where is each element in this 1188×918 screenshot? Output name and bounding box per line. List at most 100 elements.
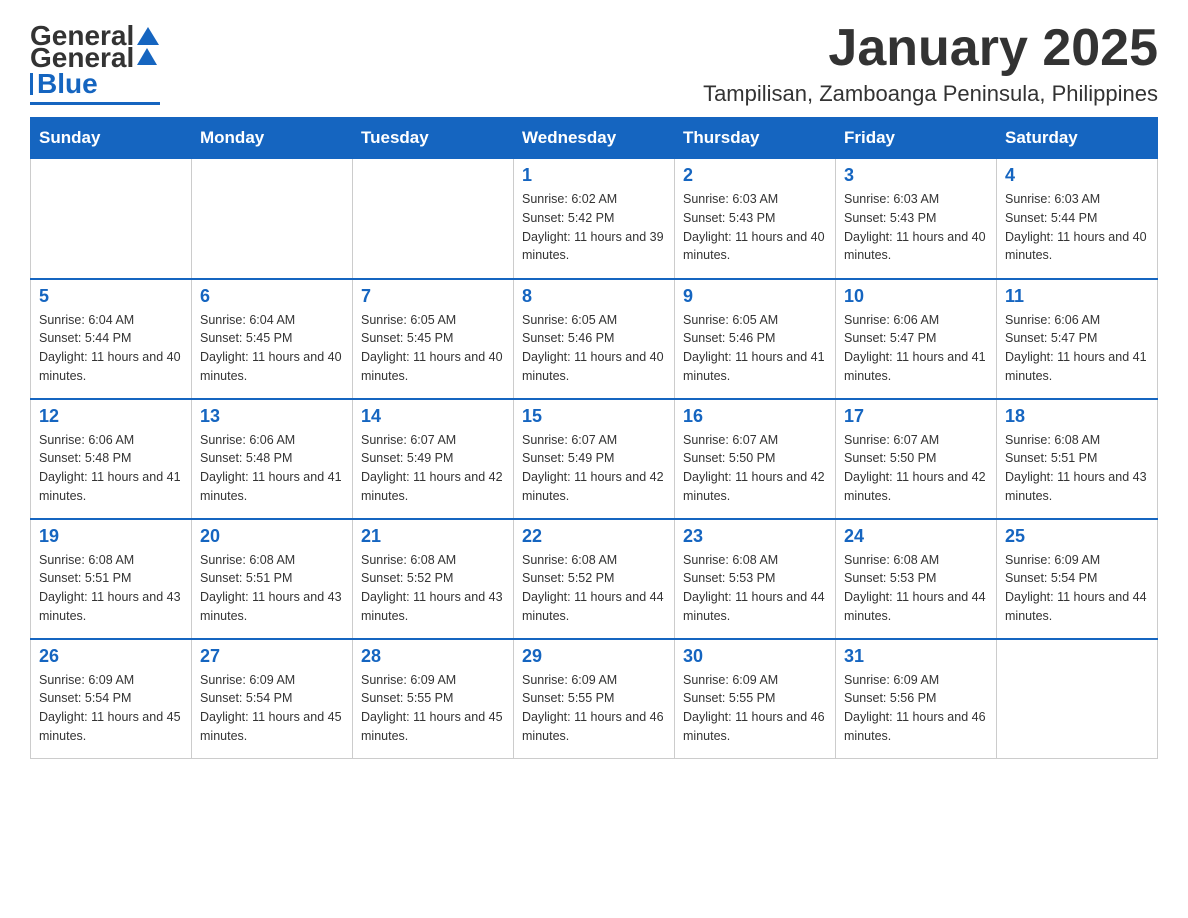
calendar-cell: 27Sunrise: 6:09 AMSunset: 5:54 PMDayligh… bbox=[192, 639, 353, 759]
sunset-text: Sunset: 5:45 PM bbox=[361, 329, 505, 348]
day-info: Sunrise: 6:06 AMSunset: 5:48 PMDaylight:… bbox=[39, 431, 183, 506]
calendar-cell: 10Sunrise: 6:06 AMSunset: 5:47 PMDayligh… bbox=[836, 279, 997, 399]
sunset-text: Sunset: 5:46 PM bbox=[522, 329, 666, 348]
sunset-text: Sunset: 5:52 PM bbox=[522, 569, 666, 588]
day-number: 29 bbox=[522, 646, 666, 667]
calendar-cell: 29 Sunrise: 6:09 AMSunset: 5:55 PMDayligh… bbox=[514, 639, 675, 759]
day-number: 19 bbox=[39, 526, 183, 547]
sunrise-text: Sunrise: 6:09 AM bbox=[200, 671, 344, 690]
sunset-text: Sunset: 5:52 PM bbox=[361, 569, 505, 588]
day-info: Sunrise: 6:07 AMSunset: 5:49 PMDaylight:… bbox=[522, 431, 666, 506]
weekday-header-monday: Monday bbox=[192, 118, 353, 159]
sunrise-text: Sunrise: 6:09 AM bbox=[361, 671, 505, 690]
sunset-text: Sunset: 5:43 PM bbox=[844, 209, 988, 228]
sunrise-text: Sunrise: 6:07 AM bbox=[522, 431, 666, 450]
title-area: January 2025 Tampilisan, Zamboanga Penin… bbox=[703, 20, 1158, 107]
calendar-cell: 4Sunrise: 6:03 AMSunset: 5:44 PMDaylight… bbox=[997, 159, 1158, 279]
day-info: Sunrise: 6:04 AMSunset: 5:45 PMDaylight:… bbox=[200, 311, 344, 386]
day-number: 22 bbox=[522, 526, 666, 547]
sunset-text: Sunset: 5:48 PM bbox=[200, 449, 344, 468]
logo-triangle-icon bbox=[137, 48, 157, 65]
calendar-cell: 5Sunrise: 6:04 AMSunset: 5:44 PMDaylight… bbox=[31, 279, 192, 399]
weekday-header-sunday: Sunday bbox=[31, 118, 192, 159]
calendar-cell: 11 Sunrise: 6:06 AMSunset: 5:47 PMDayligh… bbox=[997, 279, 1158, 399]
calendar-cell: 16Sunrise: 6:07 AMSunset: 5:50 PMDayligh… bbox=[675, 399, 836, 519]
weekday-header-saturday: Saturday bbox=[997, 118, 1158, 159]
calendar-cell: 18Sunrise: 6:08 AMSunset: 5:51 PMDayligh… bbox=[997, 399, 1158, 519]
day-info: Sunrise: 6:03 AMSunset: 5:44 PMDaylight:… bbox=[1005, 190, 1149, 265]
day-info: Sunrise: 6:06 AMSunset: 5:47 PMDaylight:… bbox=[1005, 311, 1149, 386]
sunrise-text: Sunrise: 6:08 AM bbox=[39, 551, 183, 570]
calendar-cell: 1Sunrise: 6:02 AMSunset: 5:42 PMDaylight… bbox=[514, 159, 675, 279]
daylight-text: Daylight: 11 hours and 42 minutes. bbox=[844, 468, 988, 506]
day-number: 25 bbox=[1005, 526, 1149, 547]
day-info: Sunrise: 6:08 AMSunset: 5:51 PMDaylight:… bbox=[200, 551, 344, 626]
sunrise-text: Sunrise: 6:07 AM bbox=[683, 431, 827, 450]
sunset-text: Sunset: 5:55 PM bbox=[683, 689, 827, 708]
sunset-text: Sunset: 5:53 PM bbox=[844, 569, 988, 588]
day-info: Sunrise: 6:09 AMSunset: 5:54 PMDaylight:… bbox=[200, 671, 344, 746]
day-number: 21 bbox=[361, 526, 505, 547]
sunrise-text: Sunrise: 6:08 AM bbox=[1005, 431, 1149, 450]
daylight-text: Daylight: 11 hours and 42 minutes. bbox=[361, 468, 505, 506]
sunset-text: Sunset: 5:51 PM bbox=[1005, 449, 1149, 468]
sunrise-text: Sunrise: 6:08 AM bbox=[683, 551, 827, 570]
sunset-text: Sunset: 5:44 PM bbox=[1005, 209, 1149, 228]
calendar-cell: 6Sunrise: 6:04 AMSunset: 5:45 PMDaylight… bbox=[192, 279, 353, 399]
logo-blue-label: Blue bbox=[37, 68, 98, 100]
sunrise-text: Sunrise: 6:07 AM bbox=[361, 431, 505, 450]
day-info: Sunrise: 6:08 AMSunset: 5:53 PMDaylight:… bbox=[844, 551, 988, 626]
daylight-text: Daylight: 11 hours and 43 minutes. bbox=[200, 588, 344, 626]
day-info: Sunrise: 6:07 AMSunset: 5:49 PMDaylight:… bbox=[361, 431, 505, 506]
daylight-text: Daylight: 11 hours and 40 minutes. bbox=[683, 228, 827, 266]
day-info: Sunrise: 6:08 AMSunset: 5:51 PMDaylight:… bbox=[1005, 431, 1149, 506]
daylight-text: Daylight: 11 hours and 40 minutes. bbox=[844, 228, 988, 266]
sunrise-text: Sunrise: 6:09 AM bbox=[1005, 551, 1149, 570]
sunset-text: Sunset: 5:55 PM bbox=[522, 689, 666, 708]
day-info: Sunrise: 6:05 AMSunset: 5:46 PMDaylight:… bbox=[522, 311, 666, 386]
day-number: 24 bbox=[844, 526, 988, 547]
weekday-header-tuesday: Tuesday bbox=[353, 118, 514, 159]
day-number: 15 bbox=[522, 406, 666, 427]
day-number: 11 bbox=[1005, 286, 1149, 307]
daylight-text: Daylight: 11 hours and 42 minutes. bbox=[683, 468, 827, 506]
sunset-text: Sunset: 5:54 PM bbox=[200, 689, 344, 708]
sunset-text: Sunset: 5:43 PM bbox=[683, 209, 827, 228]
sunset-text: Sunset: 5:51 PM bbox=[200, 569, 344, 588]
calendar-cell: 28Sunrise: 6:09 AMSunset: 5:55 PMDayligh… bbox=[353, 639, 514, 759]
logo-underline bbox=[30, 102, 160, 105]
daylight-text: Daylight: 11 hours and 46 minutes. bbox=[683, 708, 827, 746]
daylight-text: Daylight: 11 hours and 40 minutes. bbox=[361, 348, 505, 386]
calendar-title: January 2025 bbox=[703, 20, 1158, 77]
daylight-text: Daylight: 11 hours and 41 minutes. bbox=[844, 348, 988, 386]
day-number: 20 bbox=[200, 526, 344, 547]
daylight-text: Daylight: 11 hours and 41 minutes. bbox=[39, 468, 183, 506]
calendar-subtitle: Tampilisan, Zamboanga Peninsula, Philipp… bbox=[703, 81, 1158, 107]
sunrise-text: Sunrise: 6:03 AM bbox=[683, 190, 827, 209]
sunset-text: Sunset: 5:53 PM bbox=[683, 569, 827, 588]
day-info: Sunrise: 6:09 AMSunset: 5:55 PMDaylight:… bbox=[522, 671, 666, 746]
weekday-header-thursday: Thursday bbox=[675, 118, 836, 159]
daylight-text: Daylight: 11 hours and 41 minutes. bbox=[200, 468, 344, 506]
sunset-text: Sunset: 5:47 PM bbox=[1005, 329, 1149, 348]
day-info: Sunrise: 6:09 AMSunset: 5:55 PMDaylight:… bbox=[361, 671, 505, 746]
calendar-cell: 19 Sunrise: 6:08 AMSunset: 5:51 PMDayligh… bbox=[31, 519, 192, 639]
day-info: Sunrise: 6:05 AMSunset: 5:45 PMDaylight:… bbox=[361, 311, 505, 386]
daylight-text: Daylight: 11 hours and 46 minutes. bbox=[522, 708, 666, 746]
daylight-text: Daylight: 11 hours and 40 minutes. bbox=[39, 348, 183, 386]
sunset-text: Sunset: 5:50 PM bbox=[844, 449, 988, 468]
sunrise-text: Sunrise: 6:06 AM bbox=[39, 431, 183, 450]
calendar-cell bbox=[31, 159, 192, 279]
day-number: 13 bbox=[200, 406, 344, 427]
day-number: 31 bbox=[844, 646, 988, 667]
daylight-text: Daylight: 11 hours and 43 minutes. bbox=[39, 588, 183, 626]
sunset-text: Sunset: 5:51 PM bbox=[39, 569, 183, 588]
day-info: Sunrise: 6:07 AMSunset: 5:50 PMDaylight:… bbox=[683, 431, 827, 506]
calendar-cell: 21Sunrise: 6:08 AMSunset: 5:52 PMDayligh… bbox=[353, 519, 514, 639]
daylight-text: Daylight: 11 hours and 44 minutes. bbox=[683, 588, 827, 626]
calendar-cell: 14Sunrise: 6:07 AMSunset: 5:49 PMDayligh… bbox=[353, 399, 514, 519]
daylight-text: Daylight: 11 hours and 44 minutes. bbox=[844, 588, 988, 626]
sunrise-text: Sunrise: 6:08 AM bbox=[522, 551, 666, 570]
daylight-text: Daylight: 11 hours and 44 minutes. bbox=[1005, 588, 1149, 626]
calendar-cell: 9Sunrise: 6:05 AMSunset: 5:46 PMDaylight… bbox=[675, 279, 836, 399]
